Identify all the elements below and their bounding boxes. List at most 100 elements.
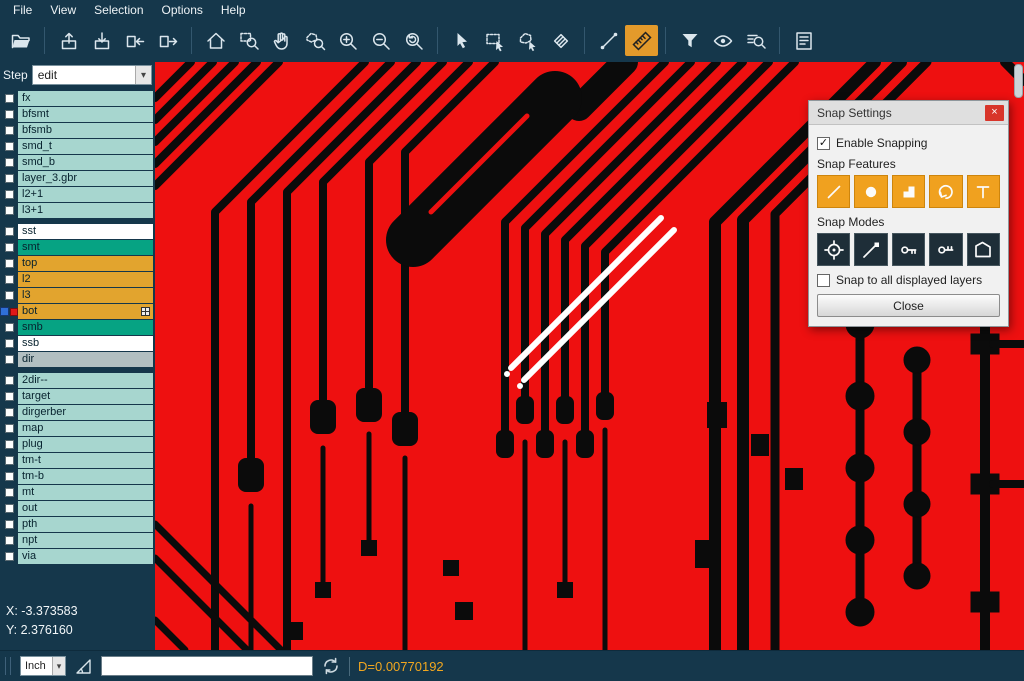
layer-row[interactable]: bot <box>0 304 155 319</box>
layer-row[interactable]: smd_b <box>0 155 155 170</box>
snap-outline-button[interactable] <box>967 233 1000 266</box>
layer-name[interactable]: smb <box>18 320 153 335</box>
import-down-icon[interactable] <box>85 25 118 56</box>
layer-visibility-checkbox[interactable] <box>5 142 14 151</box>
layer-visibility-checkbox[interactable] <box>5 536 14 545</box>
layer-name[interactable]: tm-t <box>18 453 153 468</box>
layer-row[interactable]: npt <box>0 533 155 548</box>
layer-row[interactable]: layer_3.gbr <box>0 171 155 186</box>
zoom-polygon-icon[interactable] <box>298 25 331 56</box>
snap-text-button[interactable] <box>967 175 1000 208</box>
layer-name[interactable]: layer_3.gbr <box>18 171 153 186</box>
layer-row[interactable]: out <box>0 501 155 516</box>
layer-visibility-checkbox[interactable] <box>5 158 14 167</box>
layer-visibility-checkbox[interactable] <box>5 190 14 199</box>
layer-name[interactable]: bfsmb <box>18 123 153 138</box>
unit-select[interactable]: Inch ▾ <box>20 656 66 676</box>
snap-all-layers-checkbox[interactable]: ✓ <box>817 274 830 287</box>
gerber-viewport[interactable]: Snap Settings × ✓ Enable Snapping Snap F… <box>155 62 1024 650</box>
layer-name[interactable]: dir <box>18 352 153 367</box>
layer-name[interactable]: fx <box>18 91 153 106</box>
layer-name[interactable]: npt <box>18 533 153 548</box>
open-folder-icon[interactable] <box>4 25 37 56</box>
layer-row[interactable]: sst <box>0 224 155 239</box>
snap-corner-button[interactable] <box>892 175 925 208</box>
layer-row[interactable]: pth <box>0 517 155 532</box>
layer-name[interactable]: bot <box>18 304 153 319</box>
layer-visibility-checkbox[interactable] <box>5 456 14 465</box>
layer-visibility-checkbox[interactable] <box>5 440 14 449</box>
layer-visibility-checkbox[interactable] <box>5 339 14 348</box>
layer-row[interactable]: plug <box>0 437 155 452</box>
layer-visibility-checkbox[interactable] <box>5 275 14 284</box>
layer-visibility-checkbox[interactable] <box>5 174 14 183</box>
enable-snapping-checkbox[interactable]: ✓ <box>817 137 830 150</box>
layer-row[interactable]: dirgerber <box>0 405 155 420</box>
snap-key-2-button[interactable] <box>929 233 962 266</box>
layer-visibility-checkbox[interactable] <box>5 504 14 513</box>
home-icon[interactable] <box>199 25 232 56</box>
layer-name[interactable]: l3 <box>18 288 153 303</box>
export-up-icon[interactable] <box>52 25 85 56</box>
command-input[interactable] <box>101 656 313 676</box>
layer-visibility-checkbox[interactable] <box>0 307 9 316</box>
select-cursor-icon[interactable] <box>445 25 478 56</box>
chevron-down-icon[interactable]: ▾ <box>52 657 65 675</box>
layer-name[interactable]: smd_t <box>18 139 153 154</box>
layer-name[interactable]: tm-b <box>18 469 153 484</box>
layer-visibility-checkbox[interactable] <box>5 243 14 252</box>
layer-visibility-checkbox[interactable] <box>5 376 14 385</box>
layer-visibility-checkbox[interactable] <box>5 355 14 364</box>
menu-item-selection[interactable]: Selection <box>85 2 152 18</box>
menu-item-file[interactable]: File <box>4 2 41 18</box>
snap-center-button[interactable] <box>817 233 850 266</box>
layer-visibility-checkbox[interactable] <box>5 323 14 332</box>
step-select[interactable]: edit ▾ <box>32 65 152 85</box>
layer-visibility-checkbox[interactable] <box>5 424 14 433</box>
layer-visibility-checkbox[interactable] <box>5 259 14 268</box>
layer-name[interactable]: ssb <box>18 336 153 351</box>
layer-visibility-checkbox[interactable] <box>5 552 14 561</box>
layer-name[interactable]: top <box>18 256 153 271</box>
layer-row[interactable]: map <box>0 421 155 436</box>
layer-name[interactable]: smd_b <box>18 155 153 170</box>
layer-row[interactable]: l3 <box>0 288 155 303</box>
layer-row[interactable]: ssb <box>0 336 155 351</box>
layer-name[interactable]: l2 <box>18 272 153 287</box>
measure-ruler-icon[interactable] <box>625 25 658 56</box>
layer-visibility-checkbox[interactable] <box>5 408 14 417</box>
layer-name[interactable]: mt <box>18 485 153 500</box>
layer-visibility-checkbox[interactable] <box>5 126 14 135</box>
layer-row[interactable]: smd_t <box>0 139 155 154</box>
close-icon[interactable]: × <box>985 105 1004 121</box>
layer-visibility-checkbox[interactable] <box>5 110 14 119</box>
layer-row[interactable]: target <box>0 389 155 404</box>
layer-name[interactable]: pth <box>18 517 153 532</box>
snap-pad-button[interactable] <box>854 175 887 208</box>
layer-name[interactable]: via <box>18 549 153 564</box>
layer-row[interactable]: mt <box>0 485 155 500</box>
filter-icon[interactable] <box>673 25 706 56</box>
export-right-icon[interactable] <box>151 25 184 56</box>
select-rect-icon[interactable] <box>478 25 511 56</box>
angle-measure-icon[interactable] <box>74 657 93 676</box>
layer-name[interactable]: plug <box>18 437 153 452</box>
layer-name[interactable]: smt <box>18 240 153 255</box>
layer-name[interactable]: bfsmt <box>18 107 153 122</box>
close-button[interactable]: Close <box>817 294 1000 317</box>
layer-visibility-checkbox[interactable] <box>5 392 14 401</box>
snap-line-button[interactable] <box>817 175 850 208</box>
vertical-scrollbar-thumb[interactable] <box>1014 64 1023 98</box>
zoom-previous-icon[interactable] <box>397 25 430 56</box>
report-icon[interactable] <box>787 25 820 56</box>
menu-item-view[interactable]: View <box>41 2 85 18</box>
pan-hand-icon[interactable] <box>265 25 298 56</box>
select-polygon-icon[interactable] <box>511 25 544 56</box>
layer-name[interactable]: sst <box>18 224 153 239</box>
layer-row[interactable]: bfsmb <box>0 123 155 138</box>
layer-row[interactable]: l2+1 <box>0 187 155 202</box>
layer-row[interactable]: dir <box>0 352 155 367</box>
layer-row[interactable]: bfsmt <box>0 107 155 122</box>
layer-row[interactable]: via <box>0 549 155 564</box>
layer-visibility-checkbox[interactable] <box>5 227 14 236</box>
